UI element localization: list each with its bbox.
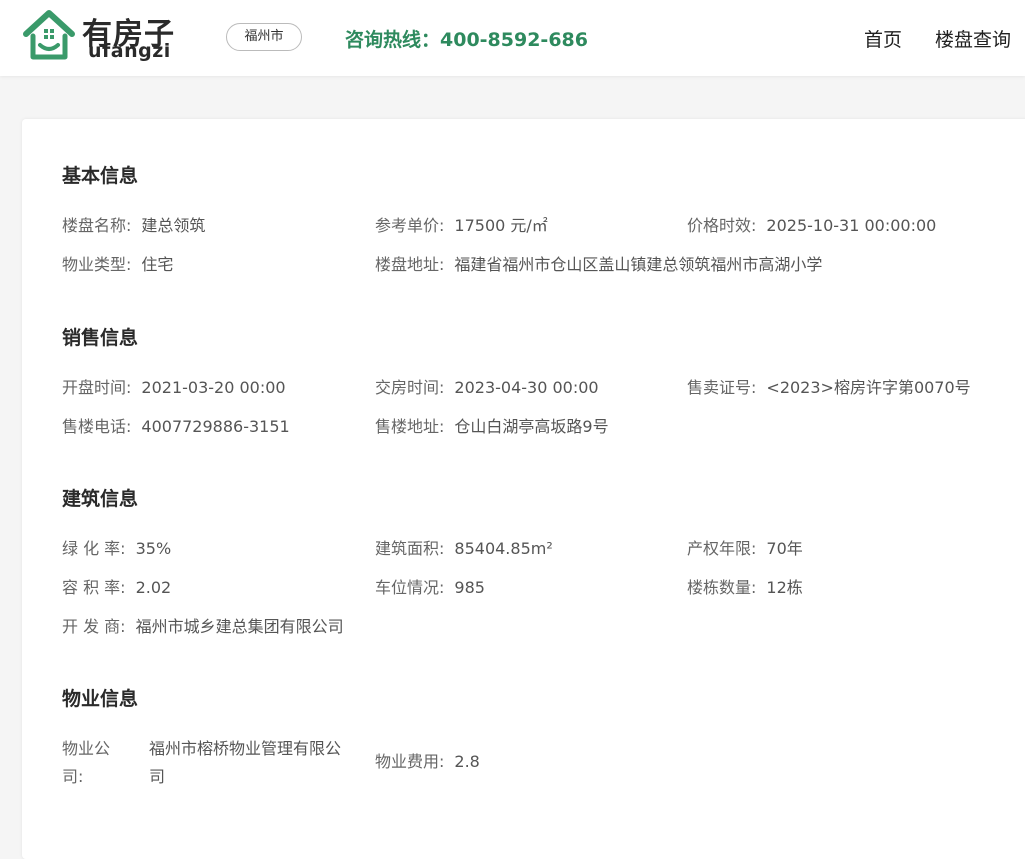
field-reference-price: 参考单价: 17500 元/㎡ (375, 215, 548, 237)
field-building-count: 楼栋数量: 12栋 (687, 577, 803, 599)
field-value: 福建省福州市仓山区盖山镇建总领筑福州市高湖小学 (454, 255, 823, 274)
property-detail-card: 基本信息 楼盘名称: 建总领筑 参考单价: 17500 元/㎡ 价格时效: 2025-… (22, 119, 1025, 859)
top-header: 有房子 ufangzi 福州市 咨询热线：400-8592-686 首页 楼盘查… (0, 0, 1025, 76)
field-property-fee: 物业费用: 2.8 (375, 751, 480, 773)
field-parking: 车位情况: 985 (375, 577, 485, 599)
field-value: 70年 (766, 539, 803, 558)
field-value: 仓山白湖亭高坂路9号 (454, 417, 609, 436)
field-value: 建总领筑 (141, 216, 206, 235)
field-value: 福州市城乡建总集团有限公司 (135, 617, 344, 636)
section-title-property-management: 物业信息 (62, 688, 139, 710)
field-label: 物业类型: (62, 255, 132, 274)
field-label-property-company: 物业公 司: (62, 735, 110, 791)
nav-home-link[interactable]: 首页 (864, 25, 902, 52)
field-label: 建筑面积: (375, 539, 445, 558)
field-label: 楼栋数量: (687, 578, 757, 597)
field-developer: 开 发 商: 福州市城乡建总集团有限公司 (62, 616, 344, 638)
field-value: 17500 元/㎡ (454, 216, 548, 235)
field-label: 楼盘名称: (62, 216, 132, 235)
field-label: 交房时间: (375, 378, 445, 397)
field-value: 35% (135, 539, 172, 558)
field-value-line: 福州市榕桥物业管理有限公 (149, 739, 342, 758)
logo-english-text: ufangzi (88, 40, 171, 62)
field-value: <2023>榕房许字第0070号 (766, 378, 971, 397)
field-value: 2.02 (135, 578, 172, 597)
field-property-address: 楼盘地址: 福建省福州市仓山区盖山镇建总领筑福州市高湖小学 (375, 254, 822, 276)
field-price-validity: 价格时效: 2025-10-31 00:00:00 (687, 215, 936, 237)
field-label: 参考单价: (375, 216, 445, 235)
field-label: 价格时效: (687, 216, 757, 235)
field-label: 容 积 率: (62, 578, 126, 597)
section-title-sales: 销售信息 (62, 327, 139, 349)
field-label: 售楼电话: (62, 417, 132, 436)
site-logo[interactable]: 有房子 ufangzi (20, 7, 190, 65)
field-value: 住宅 (141, 255, 174, 274)
field-label: 产权年限: (687, 539, 757, 558)
field-label: 车位情况: (375, 578, 445, 597)
field-floor-area-ratio: 容 积 率: 2.02 (62, 577, 171, 599)
city-selector-button[interactable]: 福州市 (226, 23, 302, 51)
field-sales-phone: 售楼电话: 4007729886-3151 (62, 416, 290, 438)
field-value: 12栋 (766, 578, 803, 597)
hotline-text: 咨询热线：400-8592-686 (345, 29, 588, 51)
field-delivery-time: 交房时间: 2023-04-30 00:00 (375, 377, 599, 399)
field-sales-office-address: 售楼地址: 仓山白湖亭高坂路9号 (375, 416, 609, 438)
field-value: 2021-03-20 00:00 (141, 378, 286, 397)
field-green-rate: 绿 化 率: 35% (62, 538, 171, 560)
section-title-building: 建筑信息 (62, 488, 139, 510)
field-label-line: 物业公 (62, 739, 111, 758)
house-logo-icon (23, 10, 75, 60)
field-sales-permit: 售卖证号: <2023>榕房许字第0070号 (687, 377, 971, 399)
nav-property-search-link[interactable]: 楼盘查询 (935, 25, 1011, 52)
field-property-name: 楼盘名称: 建总领筑 (62, 215, 205, 237)
field-label: 开 发 商: (62, 617, 126, 636)
field-label: 售楼地址: (375, 417, 445, 436)
field-property-type: 物业类型: 住宅 (62, 254, 173, 276)
field-value: 85404.85m² (454, 539, 553, 558)
field-value: 2023-04-30 00:00 (454, 378, 599, 397)
field-property-term: 产权年限: 70年 (687, 538, 803, 560)
field-value-property-company: 福州市榕桥物业管理有限公 司 (149, 735, 341, 791)
field-label: 开盘时间: (62, 378, 132, 397)
field-label: 绿 化 率: (62, 539, 126, 558)
field-label: 售卖证号: (687, 378, 757, 397)
field-value[interactable]: 4007729886-3151 (141, 417, 289, 436)
field-value: 2.8 (454, 752, 480, 771)
field-label: 楼盘地址: (375, 255, 445, 274)
field-label: 物业费用: (375, 752, 445, 771)
field-label-line: 司: (62, 767, 84, 786)
field-value: 985 (454, 578, 485, 597)
field-building-area: 建筑面积: 85404.85m² (375, 538, 553, 560)
section-title-basic: 基本信息 (62, 165, 139, 187)
field-opening-time: 开盘时间: 2021-03-20 00:00 (62, 377, 286, 399)
field-value: 2025-10-31 00:00:00 (766, 216, 937, 235)
field-value-line: 司 (149, 767, 166, 786)
